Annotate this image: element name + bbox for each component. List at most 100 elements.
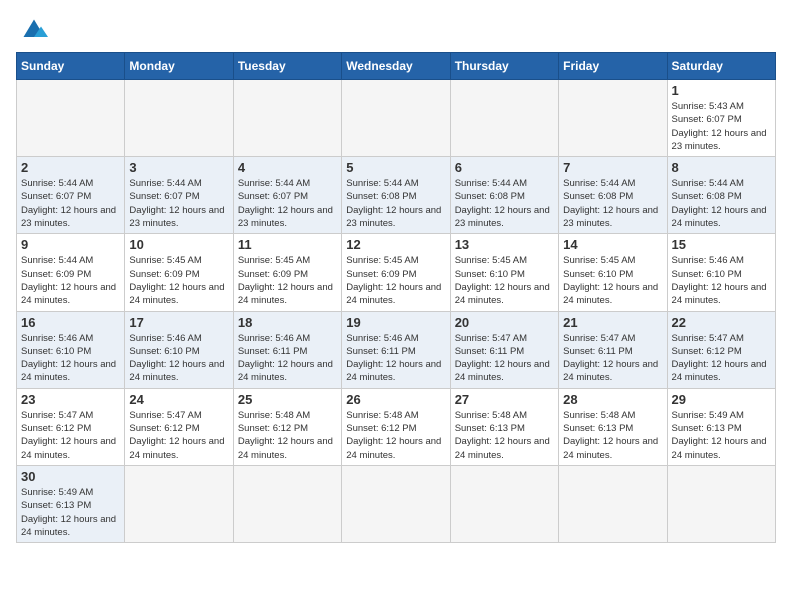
day-header-friday: Friday (559, 53, 667, 80)
day-number: 28 (563, 392, 662, 407)
day-header-wednesday: Wednesday (342, 53, 450, 80)
day-number: 16 (21, 315, 120, 330)
day-number: 12 (346, 237, 445, 252)
day-number: 6 (455, 160, 554, 175)
day-info: Sunrise: 5:48 AMSunset: 6:13 PMDaylight:… (563, 409, 662, 462)
day-info: Sunrise: 5:44 AMSunset: 6:08 PMDaylight:… (563, 177, 662, 230)
day-info: Sunrise: 5:44 AMSunset: 6:08 PMDaylight:… (346, 177, 445, 230)
calendar-week-row: 2 Sunrise: 5:44 AMSunset: 6:07 PMDaylight… (17, 157, 776, 234)
day-info: Sunrise: 5:46 AMSunset: 6:10 PMDaylight:… (129, 332, 228, 385)
day-number: 9 (21, 237, 120, 252)
calendar-day-cell (125, 465, 233, 542)
day-info: Sunrise: 5:44 AMSunset: 6:09 PMDaylight:… (21, 254, 120, 307)
day-header-thursday: Thursday (450, 53, 558, 80)
day-number: 19 (346, 315, 445, 330)
calendar-week-row: 9 Sunrise: 5:44 AMSunset: 6:09 PMDaylight… (17, 234, 776, 311)
day-info: Sunrise: 5:46 AMSunset: 6:11 PMDaylight:… (238, 332, 337, 385)
day-number: 24 (129, 392, 228, 407)
day-info: Sunrise: 5:48 AMSunset: 6:12 PMDaylight:… (346, 409, 445, 462)
day-info: Sunrise: 5:49 AMSunset: 6:13 PMDaylight:… (21, 486, 120, 539)
calendar-day-cell: 24Sunrise: 5:47 AMSunset: 6:12 PMDayligh… (125, 388, 233, 465)
calendar-day-cell: 19 Sunrise: 5:46 AMSunset: 6:11 PMDayligh… (342, 311, 450, 388)
day-info: Sunrise: 5:44 AMSunset: 6:07 PMDaylight:… (21, 177, 120, 230)
day-number: 17 (129, 315, 228, 330)
calendar-day-cell (17, 80, 125, 157)
day-number: 22 (672, 315, 771, 330)
calendar-day-cell: 15 Sunrise: 5:46 AMSunset: 6:10 PMDayligh… (667, 234, 775, 311)
day-info: Sunrise: 5:47 AMSunset: 6:11 PMDaylight:… (455, 332, 554, 385)
calendar-day-cell: 16 Sunrise: 5:46 AMSunset: 6:10 PMDayligh… (17, 311, 125, 388)
calendar-day-cell: 12 Sunrise: 5:45 AMSunset: 6:09 PMDayligh… (342, 234, 450, 311)
day-number: 30 (21, 469, 120, 484)
calendar-day-cell: 11Sunrise: 5:45 AMSunset: 6:09 PMDayligh… (233, 234, 341, 311)
day-info: Sunrise: 5:46 AMSunset: 6:11 PMDaylight:… (346, 332, 445, 385)
day-number: 21 (563, 315, 662, 330)
day-info: Sunrise: 5:43 AMSunset: 6:07 PMDaylight:… (672, 100, 771, 153)
calendar-day-cell: 25 Sunrise: 5:48 AMSunset: 6:12 PMDayligh… (233, 388, 341, 465)
day-number: 7 (563, 160, 662, 175)
calendar-day-cell (559, 80, 667, 157)
day-header-sunday: Sunday (17, 53, 125, 80)
day-number: 2 (21, 160, 120, 175)
day-number: 27 (455, 392, 554, 407)
calendar-week-row: 23Sunrise: 5:47 AMSunset: 6:12 PMDayligh… (17, 388, 776, 465)
logo-icon (16, 16, 52, 44)
day-info: Sunrise: 5:47 AMSunset: 6:12 PMDaylight:… (672, 332, 771, 385)
day-info: Sunrise: 5:45 AMSunset: 6:09 PMDaylight:… (346, 254, 445, 307)
calendar-day-cell (342, 465, 450, 542)
day-number: 8 (672, 160, 771, 175)
calendar-day-cell: 28 Sunrise: 5:48 AMSunset: 6:13 PMDayligh… (559, 388, 667, 465)
calendar-day-cell: 29 Sunrise: 5:49 AMSunset: 6:13 PMDayligh… (667, 388, 775, 465)
day-header-monday: Monday (125, 53, 233, 80)
day-header-tuesday: Tuesday (233, 53, 341, 80)
day-info: Sunrise: 5:47 AMSunset: 6:11 PMDaylight:… (563, 332, 662, 385)
day-number: 29 (672, 392, 771, 407)
day-info: Sunrise: 5:44 AMSunset: 6:07 PMDaylight:… (238, 177, 337, 230)
calendar-day-cell: 2 Sunrise: 5:44 AMSunset: 6:07 PMDaylight… (17, 157, 125, 234)
day-number: 26 (346, 392, 445, 407)
day-info: Sunrise: 5:48 AMSunset: 6:12 PMDaylight:… (238, 409, 337, 462)
day-header-saturday: Saturday (667, 53, 775, 80)
calendar-day-cell (559, 465, 667, 542)
day-info: Sunrise: 5:49 AMSunset: 6:13 PMDaylight:… (672, 409, 771, 462)
calendar-day-cell: 1 Sunrise: 5:43 AMSunset: 6:07 PMDaylight… (667, 80, 775, 157)
calendar-day-cell: 14 Sunrise: 5:45 AMSunset: 6:10 PMDayligh… (559, 234, 667, 311)
calendar-day-cell (450, 80, 558, 157)
calendar-week-row: 16 Sunrise: 5:46 AMSunset: 6:10 PMDayligh… (17, 311, 776, 388)
calendar-day-cell: 23Sunrise: 5:47 AMSunset: 6:12 PMDayligh… (17, 388, 125, 465)
calendar-table: SundayMondayTuesdayWednesdayThursdayFrid… (16, 52, 776, 543)
day-info: Sunrise: 5:45 AMSunset: 6:09 PMDaylight:… (129, 254, 228, 307)
calendar-day-cell: 5 Sunrise: 5:44 AMSunset: 6:08 PMDaylight… (342, 157, 450, 234)
calendar-day-cell: 21 Sunrise: 5:47 AMSunset: 6:11 PMDayligh… (559, 311, 667, 388)
calendar-day-cell: 18Sunrise: 5:46 AMSunset: 6:11 PMDayligh… (233, 311, 341, 388)
calendar-day-cell (450, 465, 558, 542)
calendar-day-cell: 27Sunrise: 5:48 AMSunset: 6:13 PMDayligh… (450, 388, 558, 465)
day-info: Sunrise: 5:44 AMSunset: 6:08 PMDaylight:… (672, 177, 771, 230)
calendar-day-cell: 7 Sunrise: 5:44 AMSunset: 6:08 PMDaylight… (559, 157, 667, 234)
calendar-day-cell: 22 Sunrise: 5:47 AMSunset: 6:12 PMDayligh… (667, 311, 775, 388)
page-header (16, 16, 776, 44)
day-number: 5 (346, 160, 445, 175)
calendar-day-cell: 9 Sunrise: 5:44 AMSunset: 6:09 PMDaylight… (17, 234, 125, 311)
calendar-day-cell: 20Sunrise: 5:47 AMSunset: 6:11 PMDayligh… (450, 311, 558, 388)
day-number: 15 (672, 237, 771, 252)
calendar-header-row: SundayMondayTuesdayWednesdayThursdayFrid… (17, 53, 776, 80)
calendar-day-cell (125, 80, 233, 157)
day-number: 23 (21, 392, 120, 407)
calendar-day-cell (667, 465, 775, 542)
day-info: Sunrise: 5:44 AMSunset: 6:07 PMDaylight:… (129, 177, 228, 230)
day-number: 25 (238, 392, 337, 407)
calendar-day-cell: 8 Sunrise: 5:44 AMSunset: 6:08 PMDaylight… (667, 157, 775, 234)
day-number: 14 (563, 237, 662, 252)
calendar-day-cell: 30 Sunrise: 5:49 AMSunset: 6:13 PMDayligh… (17, 465, 125, 542)
day-info: Sunrise: 5:46 AMSunset: 6:10 PMDaylight:… (672, 254, 771, 307)
day-info: Sunrise: 5:45 AMSunset: 6:10 PMDaylight:… (563, 254, 662, 307)
calendar-day-cell: 10Sunrise: 5:45 AMSunset: 6:09 PMDayligh… (125, 234, 233, 311)
day-info: Sunrise: 5:45 AMSunset: 6:09 PMDaylight:… (238, 254, 337, 307)
calendar-day-cell: 17 Sunrise: 5:46 AMSunset: 6:10 PMDayligh… (125, 311, 233, 388)
calendar-day-cell: 4Sunrise: 5:44 AMSunset: 6:07 PMDaylight… (233, 157, 341, 234)
day-number: 13 (455, 237, 554, 252)
day-info: Sunrise: 5:46 AMSunset: 6:10 PMDaylight:… (21, 332, 120, 385)
day-number: 1 (672, 83, 771, 98)
logo (16, 16, 56, 44)
